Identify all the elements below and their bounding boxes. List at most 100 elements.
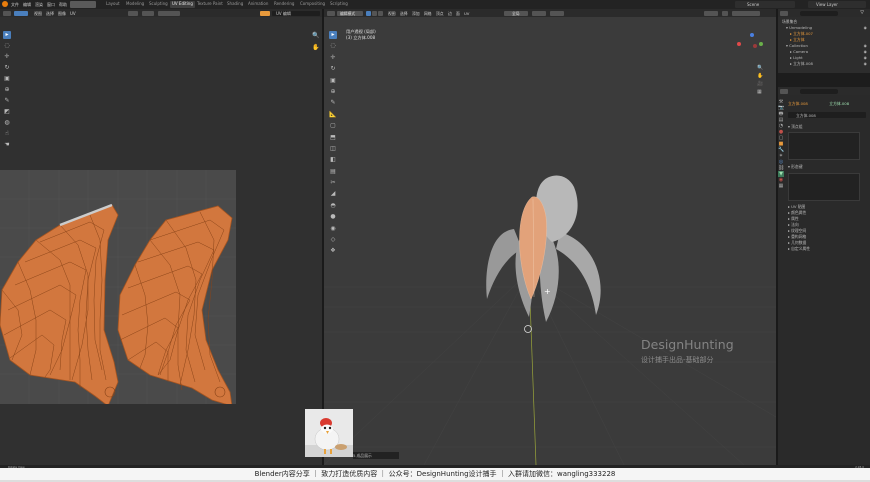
- scene-selector[interactable]: Scene: [735, 1, 795, 8]
- snap-button[interactable]: [142, 10, 154, 16]
- gizmo-y-axis-icon[interactable]: [759, 42, 763, 46]
- sync-selection-button[interactable]: [14, 10, 28, 16]
- viewport-menu-select[interactable]: 选择: [400, 11, 408, 17]
- menu-render[interactable]: 渲染: [35, 2, 43, 8]
- relax-tool-icon[interactable]: ☝: [3, 130, 11, 138]
- snap-toggle-button[interactable]: [532, 10, 546, 16]
- menu-edit[interactable]: 编辑: [23, 2, 31, 8]
- tab-sculpting[interactable]: Sculpting: [147, 1, 170, 8]
- uv-pan-icon[interactable]: ✋: [312, 44, 319, 51]
- viewport-menu-face[interactable]: 面: [456, 11, 460, 17]
- edge-select-button[interactable]: [372, 10, 377, 16]
- preset-button[interactable]: [70, 1, 96, 8]
- menu-window[interactable]: 窗口: [47, 2, 55, 8]
- shading-modes[interactable]: [732, 10, 760, 16]
- gizmo-z-axis-icon[interactable]: [750, 33, 754, 37]
- tab-rendering[interactable]: Rendering: [272, 1, 296, 8]
- data-name: 立方体.008: [796, 112, 816, 118]
- uv-canvas[interactable]: [0, 170, 236, 404]
- view-layer-selector[interactable]: View Layer: [808, 1, 866, 8]
- view-layer-name: View Layer: [816, 2, 838, 8]
- proportional-button[interactable]: [158, 10, 180, 16]
- tab-animation[interactable]: Animation: [246, 1, 270, 8]
- visibility-eye-icon[interactable]: ◉: [864, 25, 867, 31]
- transform-orientation-dropdown[interactable]: 全局: [504, 10, 528, 16]
- image-name-field[interactable]: UV 编辑: [272, 10, 320, 16]
- pinch-tool-icon[interactable]: ☚: [3, 141, 11, 149]
- uv-menu-image[interactable]: 图像: [58, 11, 66, 17]
- camera-view-icon[interactable]: 🎥: [757, 81, 763, 87]
- shape-keys-list[interactable]: [788, 173, 860, 201]
- viewport-menu-vertex[interactable]: 顶点: [436, 11, 444, 17]
- uv-editor[interactable]: 视图 选择 图像 UV UV 编辑 ▸ ◌ ✛ ↻ ▣ ⊕ ✎ ◩ ◍ ☝ ☚ …: [0, 9, 322, 465]
- viewport-menu-edge[interactable]: 边: [448, 11, 452, 17]
- face-select-button[interactable]: [378, 10, 383, 16]
- tab-compositing[interactable]: Compositing: [298, 1, 327, 8]
- rip-tool-icon[interactable]: ◩: [3, 108, 11, 116]
- vertex-select-button[interactable]: [366, 10, 371, 16]
- pan-icon[interactable]: ✋: [757, 73, 763, 79]
- overlays-button[interactable]: [704, 10, 718, 16]
- tab-shading[interactable]: Shading: [225, 1, 245, 8]
- navigation-gizmo[interactable]: [737, 33, 767, 63]
- viewport-editor-type-button[interactable]: [327, 10, 335, 16]
- transform-tool-icon[interactable]: ⊕: [3, 86, 11, 94]
- viewport-menu-view[interactable]: 视图: [388, 11, 396, 17]
- scale-tool-icon[interactable]: ▣: [3, 75, 11, 83]
- outliner-filter-icon[interactable]: ⛛: [860, 10, 864, 16]
- properties-header: [778, 87, 870, 95]
- blender-logo-icon[interactable]: [2, 1, 8, 7]
- texture-tab-icon[interactable]: ▦: [778, 183, 784, 189]
- 3d-viewport[interactable]: 编辑模式 视图 选择 添加 网格 顶点 边 面 UV 全局 ▸ ◌ ✛ ↻ ▣ …: [305, 9, 776, 465]
- thumbnail-caption: 5.成品展示: [353, 453, 372, 458]
- uv-menu-uv[interactable]: UV: [70, 11, 76, 16]
- menu-file[interactable]: 文件: [11, 2, 19, 8]
- 3d-cursor[interactable]: [524, 325, 532, 333]
- gizmo-neg-axis-icon[interactable]: [753, 44, 757, 48]
- editor-type-button[interactable]: [3, 10, 11, 16]
- uv-menu-view[interactable]: 视图: [34, 11, 42, 17]
- cursor-tool-icon[interactable]: ▸: [3, 31, 11, 39]
- section-shape-keys[interactable]: ▾ 形态键: [788, 164, 803, 170]
- visibility-eye-icon[interactable]: ◉: [864, 61, 867, 67]
- outliner-item[interactable]: ▸ 立方体.008 ◉: [778, 61, 870, 67]
- viewport-menu-mesh[interactable]: 网格: [424, 11, 432, 17]
- grab-tool-icon[interactable]: ◍: [3, 119, 11, 127]
- vertex-groups-list[interactable]: [788, 132, 860, 160]
- outliner-type-button[interactable]: [780, 10, 788, 16]
- image-browse-button[interactable]: [260, 10, 270, 16]
- properties-editor[interactable]: ⚒ 📷 🖶 ▤ ◔ ● ▢ ■ 🔧 ✶ ◎ ⛓ ▼ ◉ ▦ 立方体.008 立方…: [778, 87, 870, 465]
- uv-menu-select[interactable]: 选择: [46, 11, 54, 17]
- rotate-tool-icon[interactable]: ↻: [3, 64, 11, 72]
- data-name-field[interactable]: 立方体.008: [788, 112, 866, 118]
- proportional-edit-button[interactable]: [550, 10, 564, 16]
- menu-help[interactable]: 帮助: [59, 2, 67, 8]
- viewport-menu-uv[interactable]: UV: [464, 11, 469, 16]
- uv-zoom-icon[interactable]: 🔍: [312, 32, 319, 39]
- outliner[interactable]: ⛛ 场景集合 ▾ Unmodeling ◉ ▸ 立方体.007 ▸ 立方体 ▾ C…: [778, 9, 870, 73]
- properties-search-field[interactable]: [800, 88, 838, 94]
- section-custom-properties[interactable]: ▸ 自定义属性: [788, 246, 868, 252]
- watermark-subtitle: 设计捕手出品-基础部分: [641, 356, 714, 364]
- tab-texture-paint[interactable]: Texture Paint: [195, 1, 225, 8]
- properties-type-button[interactable]: [780, 88, 788, 94]
- viewport-scene[interactable]: +: [324, 17, 776, 465]
- zoom-icon[interactable]: 🔍: [757, 65, 763, 71]
- annotate-tool-icon[interactable]: ✎: [3, 97, 11, 105]
- outliner-search-field[interactable]: [800, 10, 838, 16]
- mesh-object[interactable]: [486, 175, 601, 322]
- viewport-menu-add[interactable]: 添加: [412, 11, 420, 17]
- pivot-button[interactable]: [128, 10, 138, 16]
- tab-uv-editing[interactable]: UV Editing: [170, 1, 195, 8]
- tab-modeling[interactable]: Modeling: [124, 1, 146, 8]
- perspective-toggle-icon[interactable]: ▦: [757, 89, 762, 95]
- tab-scripting[interactable]: Scripting: [328, 1, 350, 8]
- viewport-header: 编辑模式 视图 选择 添加 网格 顶点 边 面 UV 全局: [324, 9, 776, 17]
- tab-layout[interactable]: Layout: [104, 1, 122, 8]
- gizmo-x-axis-icon[interactable]: [737, 42, 741, 46]
- mode-dropdown[interactable]: 编辑模式: [337, 10, 363, 16]
- section-vertex-groups[interactable]: ▾ 顶点组: [788, 124, 803, 130]
- select-box-tool-icon[interactable]: ◌: [3, 42, 11, 50]
- move-tool-icon[interactable]: ✛: [3, 53, 11, 61]
- xray-button[interactable]: [722, 10, 728, 16]
